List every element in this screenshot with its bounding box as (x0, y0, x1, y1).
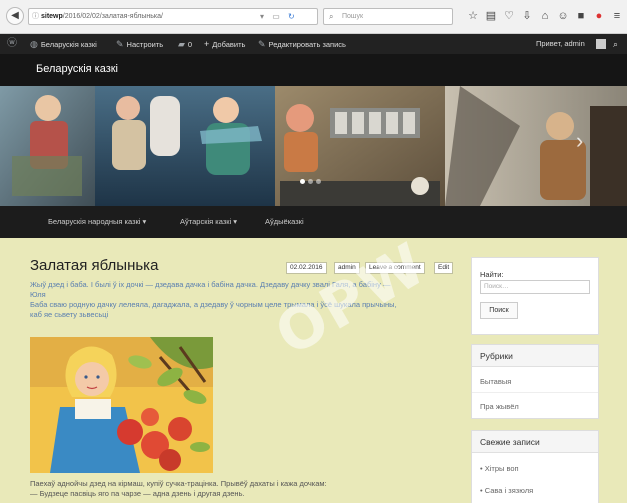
browser-toolbar: ◀ ⓘ sitewp/2016/02/02/залатая-яблынька/ … (0, 0, 627, 34)
edit-post-label: Редактировать запись (268, 40, 346, 49)
watermark: OPW (263, 229, 438, 369)
browser-search-placeholder: Пошук (342, 13, 364, 20)
post-title[interactable]: Залатая яблынька (30, 257, 158, 274)
home-icon[interactable]: ⌂ (538, 8, 552, 24)
slider-dot-2[interactable] (308, 179, 313, 184)
search-icon: ⌕ (329, 12, 334, 21)
category-link[interactable]: Бытавыя (480, 377, 511, 386)
comments-count: 0 (187, 40, 193, 49)
slider-dot-3[interactable] (316, 179, 321, 184)
search-widget: Найти: Поиск… Поиск (471, 257, 599, 335)
menu-icon[interactable]: ≡ (610, 8, 624, 24)
recent-post-label: Хітры воп (484, 464, 519, 473)
post-text-line-1: Паехаў аднойчы дзед на кірмаш, купіў суч… (30, 479, 327, 488)
recent-post-link[interactable]: • Хітры воп (480, 464, 519, 473)
reload-icon[interactable]: ↻ (288, 12, 295, 21)
recent-posts-widget: Свежие записи • Хітры воп • Сава і зязюл… (471, 430, 599, 503)
slider-dot-1[interactable] (300, 179, 305, 184)
search-label: Найти: (480, 270, 504, 279)
excerpt-line-1: Жыў дзед і баба. І былі ў іх дочкі — дзе… (30, 280, 391, 289)
site-header: Беларускія казкі (0, 54, 627, 86)
site-title[interactable]: Беларускія казкі (36, 63, 118, 75)
post-date[interactable]: 02.02.2016 (286, 262, 327, 274)
comment-icon: ▰ (178, 39, 185, 49)
url-path: /2016/02/02/залатая-яблынька/ (62, 13, 163, 20)
admin-site-name: Беларускія казкі (40, 40, 97, 49)
excerpt-line-4: каб яе сьвету зьвесьці (30, 310, 109, 319)
url-host: sitewp (41, 13, 63, 20)
admin-site-link[interactable]: ◍ Беларускія казкі (30, 34, 97, 54)
post-text-line-2: — Будзеце пасвіць яго па чарзе — адна дз… (30, 489, 245, 498)
category-link[interactable]: Пра жывёл (480, 402, 519, 411)
nav-item-author-tales[interactable]: Аўтарскія казкі ▾ (180, 206, 237, 238)
recent-post-link[interactable]: • Сава і зязюля (480, 486, 533, 495)
categories-widget: Рубрики Бытавыя Пра жывёл (471, 344, 599, 419)
admin-search-icon[interactable]: ⌕ (613, 34, 618, 54)
sidebar-search-placeholder: Поиск… (484, 283, 509, 290)
customize-link[interactable]: ✎ Настроить (116, 34, 163, 54)
library-icon[interactable]: ▤ (484, 8, 498, 24)
brush-icon: ✎ (116, 39, 124, 49)
add-new-label: Добавить (212, 40, 246, 49)
categories-header: Рубрики (472, 345, 598, 367)
divider (472, 392, 598, 393)
dashboard-icon: ◍ (30, 39, 38, 49)
addon-icon[interactable]: ● (592, 8, 606, 24)
post-author[interactable]: admin (334, 262, 360, 274)
nav-item-folk-tales[interactable]: Беларускія народныя казкі ▾ (48, 206, 146, 238)
chat-icon[interactable]: ☺ (556, 8, 570, 24)
recent-posts-title: Свежие записи (480, 437, 540, 447)
apple-tree-illustration (30, 337, 213, 473)
sidebar-search-input[interactable]: Поиск… (480, 280, 590, 294)
site-info-icon[interactable]: ⓘ (32, 9, 39, 24)
sidebar-search-button[interactable]: Поиск (480, 302, 518, 319)
back-icon[interactable]: ◀ (6, 7, 24, 25)
hero-illustration (0, 86, 627, 206)
recent-posts-header: Свежие записи (472, 431, 598, 453)
leave-comment-link[interactable]: Leave a comment (365, 262, 425, 274)
pencil-icon: ✎ (258, 39, 266, 49)
plus-icon: + (204, 39, 210, 49)
wordpress-logo-icon[interactable]: ⓦ (7, 34, 17, 54)
customize-label: Настроить (126, 40, 164, 49)
main-nav: Беларускія народныя казкі ▾ Аўтарскія ка… (0, 206, 627, 238)
comments-link[interactable]: ▰ 0 (178, 34, 192, 54)
post-image (30, 337, 213, 473)
wp-admin-bar: ⓦ ◍ Беларускія казкі ✎ Настроить ▰ 0 + Добав… (0, 34, 627, 54)
add-new-link[interactable]: + Добавить (204, 34, 245, 54)
excerpt-line-2: Юля (30, 290, 46, 299)
edit-link[interactable]: Edit (434, 262, 454, 274)
download-icon[interactable]: ⇩ (520, 8, 534, 24)
extension-icon[interactable]: ■ (574, 8, 588, 24)
edit-post-link[interactable]: ✎ Редактировать запись (258, 34, 346, 54)
hero-banner: › (0, 86, 627, 206)
pocket-icon[interactable]: ♡ (502, 8, 516, 24)
categories-title: Рубрики (480, 351, 513, 361)
excerpt-line-3: Баба сваю родную дачку лелеяла, дагаджал… (30, 300, 397, 309)
bookmark-star-icon[interactable]: ☆ (466, 8, 480, 24)
recent-post-label: Сава і зязюля (484, 486, 534, 495)
slider-next-icon[interactable]: › (576, 128, 583, 154)
dropdown-icon[interactable]: ▾ (260, 12, 264, 21)
greeting-text: Привет, admin (536, 39, 585, 48)
reader-icon[interactable]: ▭ (272, 12, 280, 21)
url-tools: ▾ ▭ ↻ (260, 8, 295, 25)
slider-dots (300, 179, 330, 185)
avatar[interactable] (596, 39, 606, 49)
nav-item-audio-tales[interactable]: Аўдыёказкі (265, 206, 304, 238)
browser-search-input[interactable]: ⌕ Пошук (323, 8, 453, 25)
account-link[interactable]: Привет, admin (536, 34, 585, 54)
